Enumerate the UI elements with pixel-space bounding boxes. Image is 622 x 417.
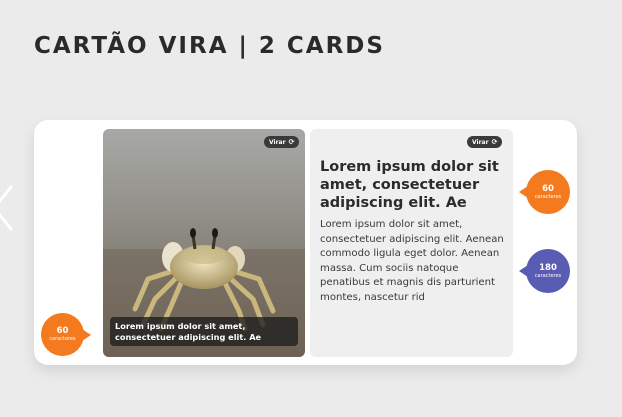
flip-button-image-card[interactable]: Virar ⟳	[264, 136, 300, 148]
char-limit-unit: caracteres	[534, 272, 562, 279]
char-limit-value: 60	[542, 183, 554, 194]
image-card-caption: Lorem ipsum dolor sit amet, consectetuer…	[110, 317, 298, 346]
flip-label: Virar	[269, 138, 286, 146]
char-limit-unit: caracteres	[534, 193, 562, 200]
text-card-heading: Lorem ipsum dolor sit amet, consectetuer…	[320, 159, 499, 211]
body-char-limit-badge: 180 caracteres	[519, 249, 570, 293]
rotate-icon: ⟳	[288, 137, 295, 146]
flip-button-text-card[interactable]: Virar ⟳	[467, 136, 503, 148]
caption-char-limit-badge: 60 caracteres	[41, 313, 91, 356]
char-limit-unit: caracteres	[49, 336, 76, 342]
char-limit-value: 60	[56, 326, 69, 336]
char-limit-value: 180	[539, 262, 557, 273]
flip-label: Virar	[472, 138, 489, 146]
heading-char-limit-badge: 60 caracteres	[519, 170, 570, 214]
rotate-icon: ⟳	[491, 137, 498, 146]
text-card-body: Lorem ipsum dolor sit amet, consectetuer…	[320, 219, 504, 303]
chevron-left-icon[interactable]	[0, 182, 30, 234]
page-title: CARTÃO VIRA | 2 CARDS	[34, 33, 385, 59]
